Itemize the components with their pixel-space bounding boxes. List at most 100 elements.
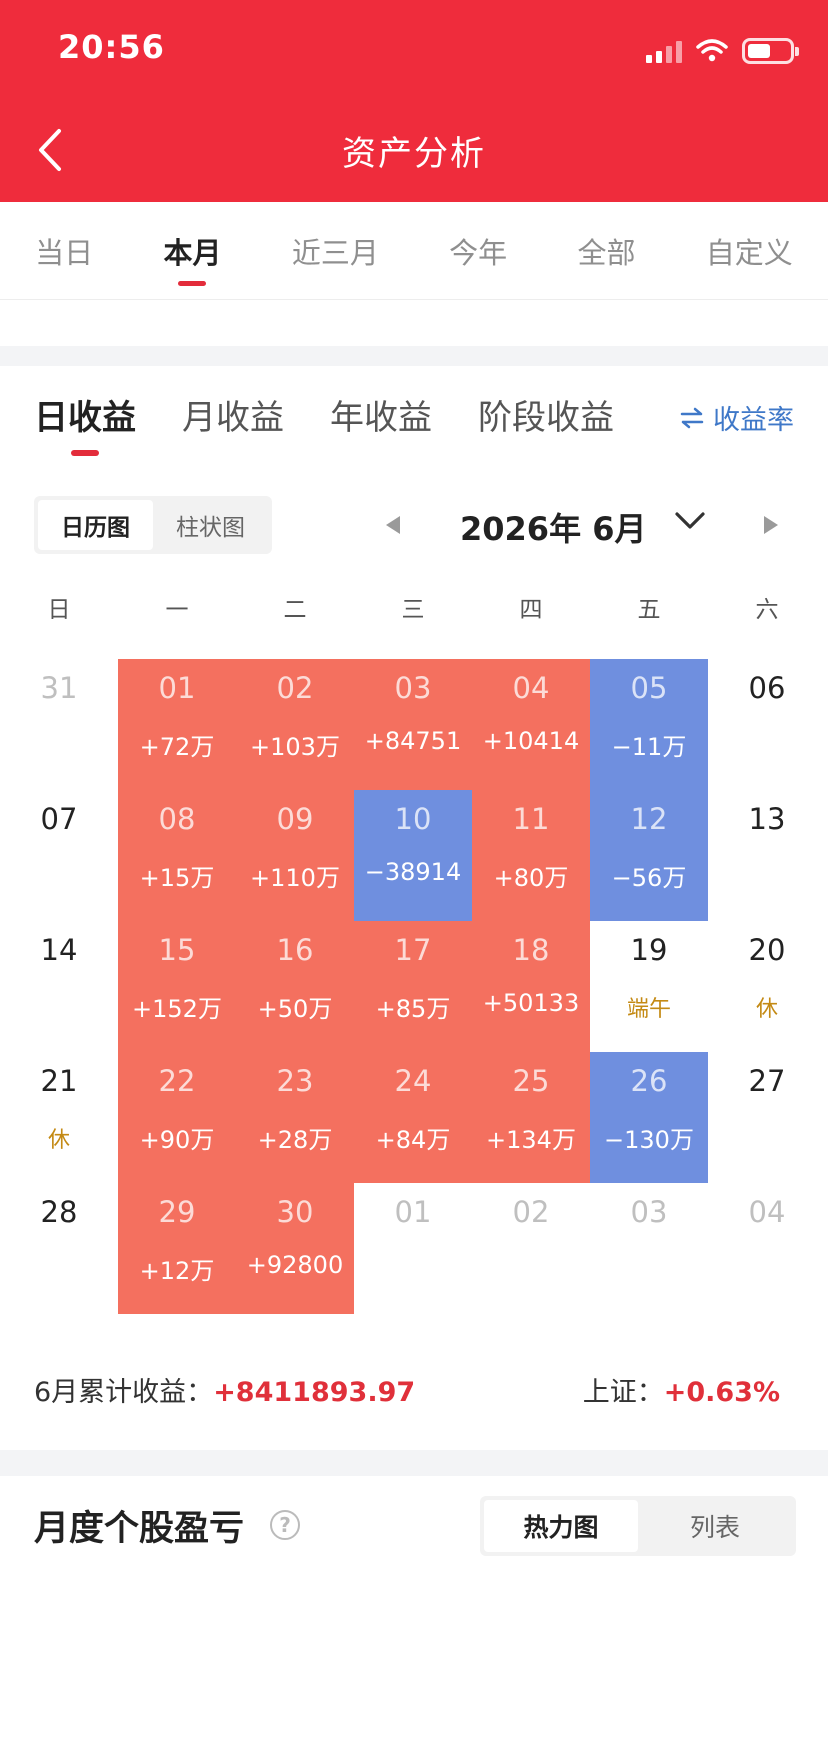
daily-income-value: +80万: [493, 864, 569, 892]
calendar-day-number: 16: [276, 933, 314, 967]
calendar-day-number: 02: [512, 1195, 550, 1229]
calendar-day-cell[interactable]: 03 +84751: [354, 659, 472, 790]
wifi-icon: [696, 39, 728, 62]
calendar-day-cell[interactable]: 25 +134万: [472, 1052, 590, 1183]
month-summary: 6月累计收益：+8411893.97 上证：+0.63%: [34, 1370, 794, 1414]
chevron-down-icon[interactable]: [674, 510, 706, 532]
tab-custom[interactable]: 自定义: [706, 202, 793, 300]
calendar-day-number: 30: [276, 1195, 314, 1229]
holiday-tag: 端午: [626, 997, 671, 1022]
tab-yearly-income[interactable]: 年收益: [330, 390, 432, 439]
calendar-day-number: 19: [630, 933, 668, 967]
calendar-day-cell[interactable]: 09 +110万: [236, 790, 354, 921]
calendar-day-cell[interactable]: 27: [708, 1052, 826, 1183]
calendar-day-number: 18: [512, 933, 550, 967]
calendar-day-cell[interactable]: 15 +152万: [118, 921, 236, 1052]
question-circle-icon[interactable]: ?: [270, 1510, 300, 1540]
weekday-label: 一: [165, 597, 189, 623]
calendar-day-number: 03: [394, 671, 432, 705]
calendar-day-number: 28: [40, 1195, 78, 1229]
swap-arrows-icon: [680, 407, 704, 428]
battery-icon: [742, 38, 799, 64]
weekday-label: 四: [519, 597, 543, 623]
calendar-day-cell[interactable]: 12 −56万: [590, 790, 708, 921]
month-label[interactable]: 2026年 6月: [460, 504, 646, 550]
calendar-day-number: 01: [394, 1195, 432, 1229]
calendar-day-number: 22: [158, 1064, 196, 1098]
calendar-day-number: 27: [748, 1064, 786, 1098]
bar-view-button[interactable]: 柱状图: [153, 500, 268, 550]
view-toggle: 日历图 柱状图: [34, 496, 272, 554]
calendar-day-number: 04: [748, 1195, 786, 1229]
calendar-day-cell[interactable]: 01 +72万: [118, 659, 236, 790]
calendar-day-cell[interactable]: 17 +85万: [354, 921, 472, 1052]
calendar-day-cell[interactable]: 02 +103万: [236, 659, 354, 790]
daily-income-value: +72万: [139, 733, 215, 761]
daily-income-value: +84751: [364, 727, 462, 755]
daily-income-value: +110万: [250, 864, 340, 892]
calendar-day-number: 05: [630, 671, 668, 705]
calendar-day-cell[interactable]: 26 −130万: [590, 1052, 708, 1183]
calendar-day-cell[interactable]: 28: [0, 1183, 118, 1314]
calendar-day-number: 08: [158, 802, 196, 836]
calendar-day-cell[interactable]: 29 +12万: [118, 1183, 236, 1314]
tab-monthly-income[interactable]: 月收益: [182, 390, 284, 439]
calendar-day-cell: 04: [708, 1183, 826, 1314]
calendar-day-number: 26: [630, 1064, 668, 1098]
calendar-day-cell[interactable]: 08 +15万: [118, 790, 236, 921]
calendar-day-cell[interactable]: 06: [708, 659, 826, 790]
tab-today[interactable]: 当日: [35, 202, 93, 300]
month-nav: 2026年 6月: [370, 498, 800, 554]
calendar-day-cell[interactable]: 18 +50133: [472, 921, 590, 1052]
next-month-button[interactable]: [762, 514, 780, 536]
calendar-day-number: 29: [158, 1195, 196, 1229]
calendar-day-cell[interactable]: 11 +80万: [472, 790, 590, 921]
calendar-day-cell[interactable]: 30 +92800: [236, 1183, 354, 1314]
calendar-day-cell[interactable]: 23 +28万: [236, 1052, 354, 1183]
calendar-day-number: 13: [748, 802, 786, 836]
weekday-label: 三: [401, 597, 425, 623]
daily-income-value: +28万: [257, 1126, 333, 1154]
calendar-day-cell[interactable]: 16 +50万: [236, 921, 354, 1052]
calendar-view-button[interactable]: 日历图: [38, 500, 153, 550]
calendar-day-number: 01: [158, 671, 196, 705]
tab-three-months[interactable]: 近三月: [292, 202, 379, 300]
calendar-day-cell[interactable]: 22 +90万: [118, 1052, 236, 1183]
calendar-day-number: 03: [630, 1195, 668, 1229]
prev-month-button[interactable]: [384, 514, 402, 536]
calendar-day-number: 12: [630, 802, 668, 836]
calendar-day-cell[interactable]: 04 +10414: [472, 659, 590, 790]
tab-this-year[interactable]: 今年: [449, 202, 507, 300]
calendar-day-number: 23: [276, 1064, 314, 1098]
tab-all[interactable]: 全部: [577, 202, 635, 300]
calendar-day-cell[interactable]: 10 −38914: [354, 790, 472, 921]
calendar-day-cell[interactable]: 13: [708, 790, 826, 921]
calendar-day-number: 02: [276, 671, 314, 705]
tab-daily-income[interactable]: 日收益: [34, 390, 136, 439]
daily-income-value: +50万: [257, 995, 333, 1023]
calendar-day-cell[interactable]: 19 端午: [590, 921, 708, 1052]
heatmap-view-button[interactable]: 热力图: [484, 1500, 638, 1552]
daily-income-value: +85万: [375, 995, 451, 1023]
rate-toggle-button[interactable]: 收益率: [679, 398, 794, 437]
calendar-day-cell[interactable]: 14: [0, 921, 118, 1052]
stock-section-title: 月度个股盈亏: [34, 1509, 245, 1549]
calendar-day-cell[interactable]: 24 +84万: [354, 1052, 472, 1183]
calendar-day-cell[interactable]: 21 休: [0, 1052, 118, 1183]
section-divider: [0, 1450, 828, 1476]
calendar-day-number: 21: [40, 1064, 78, 1098]
weekday-label: 二: [283, 597, 307, 623]
calendar-day-cell[interactable]: 05 −11万: [590, 659, 708, 790]
daily-income-value: −130万: [604, 1126, 694, 1154]
tab-stage-income[interactable]: 阶段收益: [478, 390, 614, 439]
month-total-label: 6月累计收益：: [34, 1377, 214, 1408]
daily-income-value: −11万: [611, 733, 687, 761]
list-view-button[interactable]: 列表: [638, 1500, 792, 1552]
calendar-day-cell[interactable]: 07: [0, 790, 118, 921]
calendar-day-cell: 03: [590, 1183, 708, 1314]
daily-income-value: +10414: [482, 727, 580, 755]
calendar-day-cell[interactable]: 20 休: [708, 921, 826, 1052]
rate-toggle-label: 收益率: [713, 405, 794, 436]
tab-this-month[interactable]: 本月: [163, 202, 221, 300]
daily-income-value: +103万: [250, 733, 340, 761]
